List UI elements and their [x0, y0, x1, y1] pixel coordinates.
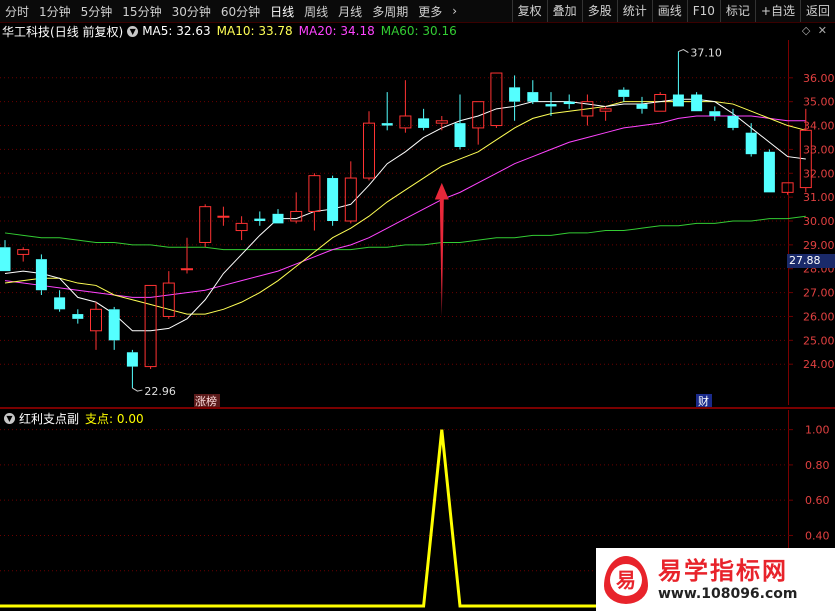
- indicator-tick-label: 0.80: [805, 459, 830, 472]
- candle-body: [272, 213, 284, 224]
- candle-body: [727, 115, 739, 128]
- price-tick-label: 24.00: [803, 358, 835, 371]
- candle-body: [781, 182, 794, 193]
- candle-body: [35, 259, 47, 291]
- candle-body: [654, 94, 667, 112]
- candle-body: [126, 352, 138, 367]
- price-tick-label: 29.00: [803, 239, 835, 252]
- indicator-name[interactable]: 红利支点副: [19, 410, 79, 427]
- candle-body: [308, 175, 321, 212]
- watermark-logo: 易 易学指标网 www.108096.com: [596, 548, 835, 611]
- price-tick-label: 32.00: [803, 167, 835, 180]
- candle-body: [454, 123, 466, 148]
- candle-body: [381, 123, 393, 126]
- candle-body: [199, 206, 212, 243]
- candle-body: [363, 122, 375, 179]
- candle-body: [745, 132, 757, 155]
- ma10-line: [4, 101, 806, 315]
- price-tick-label: 30.00: [803, 215, 835, 228]
- price-tick-label: 33.00: [803, 143, 835, 156]
- indicator-tick-label: 1.00: [805, 424, 830, 437]
- candle-body: [399, 115, 412, 129]
- candle-body: [563, 101, 575, 105]
- candle-body: [254, 218, 266, 221]
- high-price-label: 37.10: [690, 47, 722, 60]
- logo-flame-icon: 易: [604, 555, 648, 604]
- price-tick-label: 26.00: [803, 310, 835, 323]
- candle-body: [327, 178, 339, 221]
- indicator-tick-label: 0.40: [805, 529, 830, 542]
- indicator-tick-label: 0.60: [805, 494, 830, 507]
- candle-body: [72, 314, 84, 319]
- candle-body: [527, 92, 539, 102]
- tag-cai: 财: [698, 394, 709, 408]
- low-pointer: [132, 387, 143, 392]
- indicator-title-bar: ▼ 红利支点副 支点: 0.00: [0, 410, 144, 426]
- candle-body: [344, 177, 357, 222]
- price-tick-label: 35.00: [803, 96, 835, 109]
- candle-body: [618, 89, 630, 97]
- signal-arrow: [434, 182, 449, 317]
- candle-body: [545, 104, 557, 107]
- chevron-down-icon[interactable]: ▼: [4, 412, 15, 424]
- ma20-line: [4, 115, 806, 298]
- candle-body: [691, 94, 703, 112]
- price-tick-label: 25.00: [803, 334, 835, 347]
- candle-body: [290, 210, 303, 222]
- high-pointer: [678, 48, 689, 53]
- current-price-marker: 27.88: [787, 254, 835, 268]
- indicator-value: 支点: 0.00: [85, 411, 144, 426]
- candle-body: [181, 268, 193, 271]
- price-tick-label: 27.00: [803, 287, 835, 300]
- candle-body: [108, 309, 120, 341]
- candle-body: [509, 87, 521, 102]
- candle-body: [162, 282, 175, 317]
- candle-body: [418, 118, 430, 128]
- tag-zhangbang: 涨榜: [195, 394, 217, 408]
- candle-body: [709, 111, 721, 116]
- candle-body: [235, 222, 248, 232]
- ma60-line: [4, 215, 806, 251]
- candle-body: [0, 247, 11, 272]
- candle-body: [217, 215, 230, 218]
- price-tick-label: 36.00: [803, 72, 835, 85]
- candle-body: [490, 72, 503, 127]
- candle-body: [54, 297, 66, 310]
- kline-chart[interactable]: 36.0035.0034.0033.0032.0031.0030.0029.00…: [0, 0, 835, 611]
- candle-body: [763, 151, 775, 193]
- candle-body: [636, 104, 648, 109]
- candle-body: [599, 108, 612, 112]
- price-tick-label: 31.00: [803, 191, 835, 204]
- candle-body: [435, 120, 448, 124]
- candle-body: [90, 308, 102, 332]
- low-price-label: 22.96: [144, 385, 176, 398]
- candle-body: [672, 94, 684, 107]
- candle-body: [17, 249, 30, 255]
